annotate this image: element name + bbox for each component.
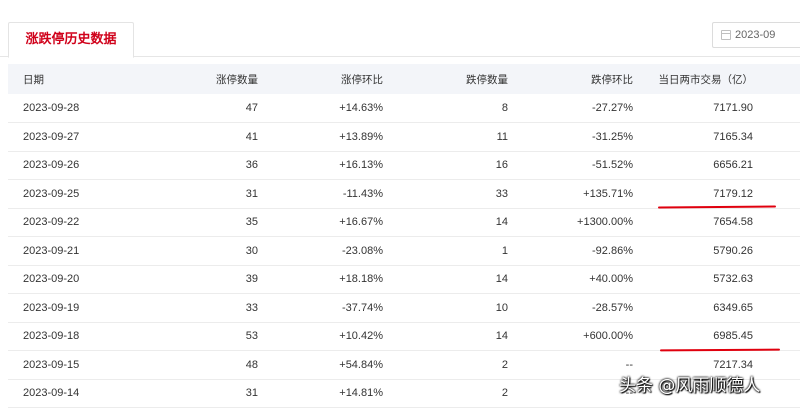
table-row: 2023-09-18 53 +10.42% 14 +600.00% 6985.45 — [8, 322, 800, 351]
cell-limit-down-ratio: +135.71% — [508, 179, 633, 209]
header-date: 日期 — [8, 64, 98, 94]
calendar-icon — [721, 30, 731, 40]
cell-limit-up-ratio: +10.42% — [258, 322, 383, 351]
cell-spacer — [753, 265, 800, 294]
cell-limit-up-ratio: -23.08% — [258, 236, 383, 266]
cell-spacer — [753, 208, 800, 237]
tab-limit-history[interactable]: 涨跌停历史数据 — [8, 22, 134, 58]
cell-limit-down-count: 10 — [383, 293, 508, 323]
cell-turnover: 7654.58 — [633, 208, 753, 237]
cell-limit-down-count: 16 — [383, 151, 508, 180]
header-turnover: 当日两市交易（亿） — [633, 64, 753, 94]
cell-spacer — [753, 122, 800, 152]
cell-limit-down-count: 8 — [383, 94, 508, 123]
cell-limit-down-count: 33 — [383, 179, 508, 209]
cell-turnover: 6985.45 — [633, 322, 753, 351]
cell-limit-down-ratio: +1300.00% — [508, 208, 633, 237]
month-picker-value: 2023-09 — [735, 29, 776, 41]
cell-spacer — [753, 179, 800, 209]
cell-limit-up-ratio: +14.81% — [258, 379, 383, 408]
header-limit-up-count: 涨停数量 — [98, 64, 258, 94]
cell-limit-up-ratio: -37.74% — [258, 293, 383, 323]
cell-limit-up-count: 30 — [98, 236, 258, 266]
cell-limit-up-ratio: +54.84% — [258, 350, 383, 380]
header-limit-down-count: 跌停数量 — [383, 64, 508, 94]
cell-limit-down-count: 2 — [383, 379, 508, 408]
cell-limit-down-ratio: +40.00% — [508, 265, 633, 294]
cell-limit-down-ratio: -- — [508, 379, 633, 408]
cell-limit-down-ratio: -92.86% — [508, 236, 633, 266]
cell-spacer — [753, 151, 800, 180]
cell-date: 2023-09-28 — [8, 94, 98, 123]
cell-limit-up-count: 36 — [98, 151, 258, 180]
cell-limit-up-count: 39 — [98, 265, 258, 294]
cell-date: 2023-09-15 — [8, 350, 98, 380]
table-row: 2023-09-28 47 +14.63% 8 -27.27% 7171.90 — [8, 94, 800, 123]
cell-limit-up-ratio: +18.18% — [258, 265, 383, 294]
cell-spacer — [753, 293, 800, 323]
cell-date: 2023-09-20 — [8, 265, 98, 294]
table-row: 2023-09-27 41 +13.89% 11 -31.25% 7165.34 — [8, 122, 800, 152]
limit-history-table: 日期 涨停数量 涨停环比 跌停数量 跌停环比 当日两市交易（亿） 2023-09… — [8, 64, 800, 408]
cell-limit-up-count: 33 — [98, 293, 258, 323]
table-row: 2023-09-20 39 +18.18% 14 +40.00% 5732.63 — [8, 265, 800, 294]
cell-spacer — [753, 94, 800, 123]
cell-limit-down-ratio: -28.57% — [508, 293, 633, 323]
cell-limit-down-count: 1 — [383, 236, 508, 266]
table-row: 2023-09-22 35 +16.67% 14 +1300.00% 7654.58 — [8, 208, 800, 237]
cell-limit-down-ratio: -51.52% — [508, 151, 633, 180]
table-row: 2023-09-26 36 +16.13% 16 -51.52% 6656.21 — [8, 151, 800, 180]
table-header-row: 日期 涨停数量 涨停环比 跌停数量 跌停环比 当日两市交易（亿） — [8, 64, 800, 94]
month-picker[interactable]: 2023-09 — [712, 22, 800, 48]
cell-limit-down-count: 2 — [383, 350, 508, 380]
cell-limit-down-count: 14 — [383, 322, 508, 351]
cell-turnover: 7165.34 — [633, 122, 753, 152]
cell-limit-down-ratio: -27.27% — [508, 94, 633, 123]
cell-limit-up-count: 41 — [98, 122, 258, 152]
cell-date: 2023-09-27 — [8, 122, 98, 152]
cell-turnover: 7171.90 — [633, 94, 753, 123]
cell-spacer — [753, 322, 800, 351]
cell-turnover: 6349.65 — [633, 293, 753, 323]
cell-spacer — [753, 236, 800, 266]
cell-date: 2023-09-26 — [8, 151, 98, 180]
cell-turnover: 6656.21 — [633, 151, 753, 180]
cell-limit-up-ratio: +13.89% — [258, 122, 383, 152]
cell-limit-down-count: 14 — [383, 208, 508, 237]
cell-date: 2023-09-19 — [8, 293, 98, 323]
cell-limit-up-ratio: +16.67% — [258, 208, 383, 237]
cell-limit-down-count: 14 — [383, 265, 508, 294]
cell-turnover: 7179.12 — [633, 179, 753, 209]
watermark: 头条 @风雨顺德人 — [619, 376, 761, 396]
table-row: 2023-09-25 31 -11.43% 33 +135.71% 7179.12 — [8, 179, 800, 209]
cell-date: 2023-09-18 — [8, 322, 98, 351]
cell-limit-down-ratio: -31.25% — [508, 122, 633, 152]
table-row: 2023-09-21 30 -23.08% 1 -92.86% 5790.26 — [8, 236, 800, 266]
cell-limit-up-count: 31 — [98, 179, 258, 209]
cell-limit-up-count: 31 — [98, 379, 258, 408]
cell-limit-up-ratio: +16.13% — [258, 151, 383, 180]
cell-turnover: 5790.26 — [633, 236, 753, 266]
cell-limit-down-ratio: +600.00% — [508, 322, 633, 351]
tab-bar: 涨跌停历史数据 2023-09 — [0, 0, 800, 58]
table-row: 2023-09-19 33 -37.74% 10 -28.57% 6349.65 — [8, 293, 800, 323]
header-limit-up-ratio: 涨停环比 — [258, 64, 383, 94]
cell-limit-up-ratio: +14.63% — [258, 94, 383, 123]
cell-limit-up-count: 53 — [98, 322, 258, 351]
cell-limit-up-count: 47 — [98, 94, 258, 123]
header-limit-down-ratio: 跌停环比 — [508, 64, 633, 94]
cell-date: 2023-09-25 — [8, 179, 98, 209]
cell-date: 2023-09-22 — [8, 208, 98, 237]
cell-limit-up-count: 48 — [98, 350, 258, 380]
cell-date: 2023-09-21 — [8, 236, 98, 266]
header-spacer — [753, 64, 800, 94]
cell-date: 2023-09-14 — [8, 379, 98, 408]
cell-limit-down-count: 11 — [383, 122, 508, 152]
cell-limit-up-count: 35 — [98, 208, 258, 237]
cell-limit-up-ratio: -11.43% — [258, 179, 383, 209]
cell-limit-down-ratio: -- — [508, 350, 633, 380]
cell-turnover: 5732.63 — [633, 265, 753, 294]
